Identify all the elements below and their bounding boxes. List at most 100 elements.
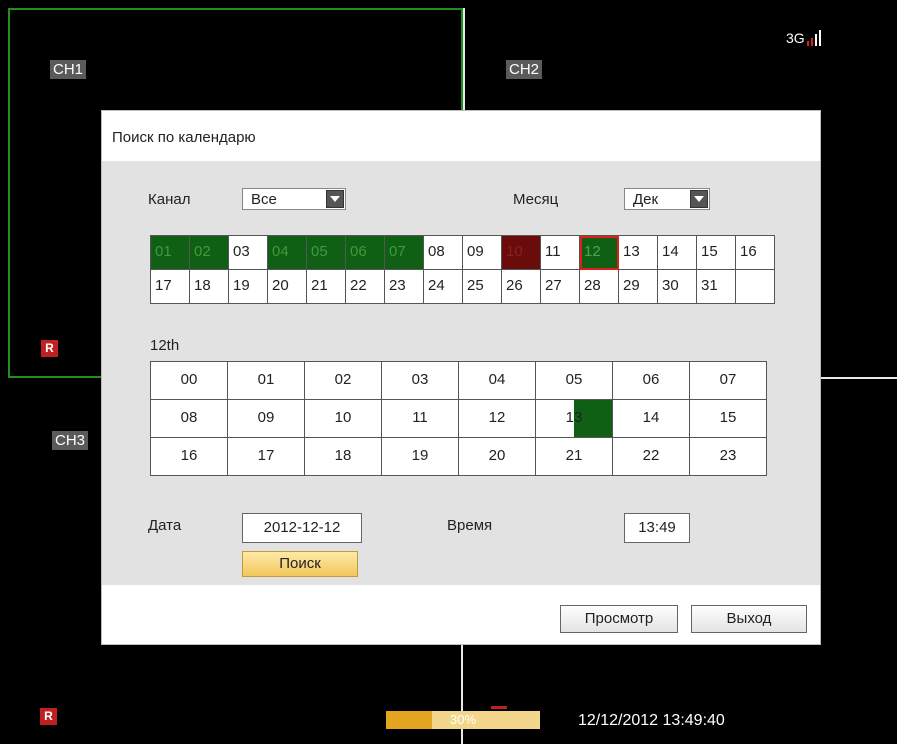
date-field[interactable]: 2012-12-12 xyxy=(242,513,362,543)
search-button[interactable]: Поиск xyxy=(242,551,358,577)
hour-cell[interactable]: 01 xyxy=(228,362,305,400)
hour-cell-label: 06 xyxy=(642,371,660,388)
day-cell-label: 25 xyxy=(467,277,484,294)
hour-cell-label: 11 xyxy=(412,409,428,426)
channel-select[interactable]: Все xyxy=(242,188,346,210)
dropdown-arrow-icon xyxy=(690,190,708,208)
day-cell[interactable]: 15 xyxy=(697,236,736,270)
dropdown-arrow-icon xyxy=(326,190,344,208)
day-cell[interactable]: 04 xyxy=(268,236,307,270)
channel-label: Канал xyxy=(148,191,191,208)
day-cell[interactable]: 19 xyxy=(229,270,268,304)
hour-cell[interactable]: 10 xyxy=(305,400,382,438)
hour-cell[interactable]: 07 xyxy=(690,362,767,400)
day-cell-label: 05 xyxy=(311,243,328,260)
hour-cell-label: 04 xyxy=(488,371,506,388)
hour-cell[interactable]: 11 xyxy=(382,400,459,438)
day-cell-label: 09 xyxy=(467,243,484,260)
day-cell-label: 21 xyxy=(311,277,328,294)
hour-cell-label: 03 xyxy=(411,371,429,388)
day-cell[interactable]: 21 xyxy=(307,270,346,304)
hour-cell[interactable]: 04 xyxy=(459,362,536,400)
hour-cell[interactable]: 21 xyxy=(536,438,613,476)
hour-cell[interactable]: 23 xyxy=(690,438,767,476)
month-select[interactable]: Дек xyxy=(624,188,710,210)
hour-cell[interactable]: 06 xyxy=(613,362,690,400)
hour-cell[interactable]: 03 xyxy=(382,362,459,400)
selected-date-heading: 12th xyxy=(150,337,180,354)
day-calendar-grid: 01 02 03 04 05 06 07 08 09 10 11 12 13 14 15 16 17 18 19 20… xyxy=(150,235,775,304)
day-cell[interactable]: 26 xyxy=(502,270,541,304)
day-cell[interactable]: 03 xyxy=(229,236,268,270)
calendar-search-dialog: Поиск по календарю Канал Все Месяц Дек 0… xyxy=(101,110,821,645)
hour-cell[interactable]: 20 xyxy=(459,438,536,476)
day-cell[interactable]: 06 xyxy=(346,236,385,270)
day-cell-label: 24 xyxy=(428,277,445,294)
hour-cell[interactable]: 17 xyxy=(228,438,305,476)
hour-cell[interactable]: 02 xyxy=(305,362,382,400)
day-cell[interactable]: 18 xyxy=(190,270,229,304)
day-cell-label: 14 xyxy=(662,243,679,260)
hour-cell-label: 10 xyxy=(334,409,352,426)
day-cell[interactable]: 25 xyxy=(463,270,502,304)
day-cell-label: 13 xyxy=(623,243,640,260)
hour-cell[interactable]: 19 xyxy=(382,438,459,476)
hour-cell[interactable]: 09 xyxy=(228,400,305,438)
day-cell[interactable]: 16 xyxy=(736,236,775,270)
day-cell[interactable]: 13 xyxy=(619,236,658,270)
hour-cell-label: 00 xyxy=(180,371,198,388)
day-cell[interactable]: 14 xyxy=(658,236,697,270)
hour-cell[interactable]: 13 xyxy=(536,400,613,438)
hour-cell[interactable]: 14 xyxy=(613,400,690,438)
day-cell[interactable]: 11 xyxy=(541,236,580,270)
day-cell-label: 31 xyxy=(701,277,718,294)
red-marker xyxy=(491,706,507,709)
day-cell[interactable]: 12 xyxy=(580,236,619,270)
hour-cell[interactable]: 08 xyxy=(151,400,228,438)
day-cell[interactable]: 22 xyxy=(346,270,385,304)
hour-cell-label: 20 xyxy=(488,447,506,464)
hour-cell-label: 12 xyxy=(488,409,506,426)
hour-cell[interactable]: 22 xyxy=(613,438,690,476)
day-cell[interactable]: 23 xyxy=(385,270,424,304)
hour-cell[interactable]: 15 xyxy=(690,400,767,438)
hour-cell[interactable]: 05 xyxy=(536,362,613,400)
channel-label-ch3: CH3 xyxy=(52,431,89,450)
search-panel: Канал Все Месяц Дек 01 02 03 04 05 06 07 08 09 10… xyxy=(102,161,820,585)
day-cell[interactable]: 30 xyxy=(658,270,697,304)
day-cell[interactable]: 10 xyxy=(502,236,541,270)
hour-cell-label: 19 xyxy=(411,447,429,464)
day-cell[interactable]: 08 xyxy=(424,236,463,270)
exit-button[interactable]: Выход xyxy=(691,605,807,633)
day-cell-label: 06 xyxy=(350,243,367,260)
day-cell-label: 19 xyxy=(233,277,250,294)
day-cell[interactable]: 07 xyxy=(385,236,424,270)
day-cell[interactable]: 09 xyxy=(463,236,502,270)
day-cell[interactable]: 20 xyxy=(268,270,307,304)
day-cell[interactable]: 27 xyxy=(541,270,580,304)
day-cell[interactable]: 02 xyxy=(190,236,229,270)
hour-cell[interactable]: 12 xyxy=(459,400,536,438)
hour-cell[interactable]: 18 xyxy=(305,438,382,476)
day-cell-label: 08 xyxy=(428,243,445,260)
hour-cell[interactable]: 16 xyxy=(151,438,228,476)
time-field[interactable]: 13:49 xyxy=(624,513,690,543)
signal-strength-icon xyxy=(806,28,821,46)
time-label: Время xyxy=(447,517,493,534)
signal-indicator: 3G xyxy=(786,28,821,46)
day-cell[interactable]: 28 xyxy=(580,270,619,304)
day-cell[interactable]: 24 xyxy=(424,270,463,304)
day-cell[interactable]: 31 xyxy=(697,270,736,304)
day-cell[interactable]: 01 xyxy=(151,236,190,270)
vertical-divider-bottom xyxy=(461,645,463,744)
hour-cell[interactable]: 00 xyxy=(151,362,228,400)
day-cell-label: 28 xyxy=(584,277,601,294)
playback-progress-bar: 30% xyxy=(386,711,540,729)
day-cell[interactable]: 17 xyxy=(151,270,190,304)
day-cell-label: 10 xyxy=(506,243,523,260)
view-button[interactable]: Просмотр xyxy=(560,605,678,633)
day-cell[interactable]: 29 xyxy=(619,270,658,304)
day-cell[interactable]: 05 xyxy=(307,236,346,270)
day-cell-label: 11 xyxy=(545,243,561,260)
month-select-value: Дек xyxy=(633,190,659,208)
